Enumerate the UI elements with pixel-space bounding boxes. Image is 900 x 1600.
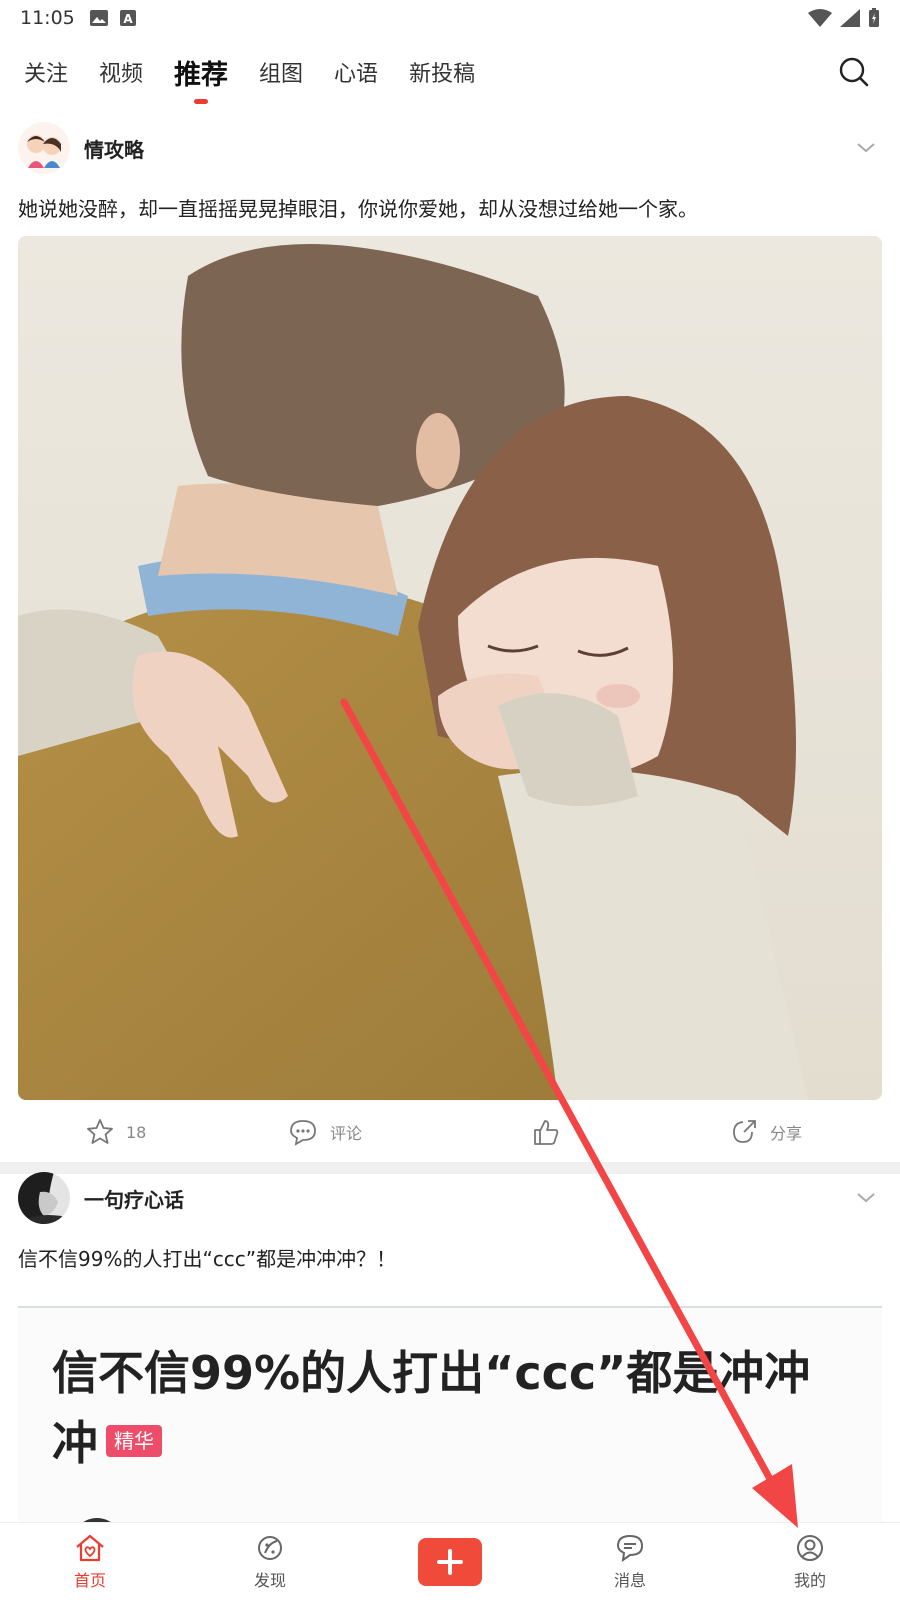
svg-text:A: A <box>123 12 133 26</box>
share-label: 分享 <box>770 1124 803 1143</box>
tab-follow[interactable]: 关注 <box>24 56 68 88</box>
chevron-down-icon[interactable] <box>854 136 878 160</box>
post-text[interactable]: 她说她没醉，却一直摇摇晃晃掉眼泪，你说你爱她，却从没想过给她一个家。 <box>0 192 900 226</box>
tab-album[interactable]: 组图 <box>259 56 303 88</box>
favorite-button[interactable]: 18 <box>86 1118 146 1146</box>
nav-profile-label: 我的 <box>793 1570 826 1590</box>
plus-icon <box>437 1548 463 1575</box>
message-icon <box>616 1534 644 1562</box>
post-header: 情攻略 <box>0 118 900 178</box>
post-image[interactable] <box>18 236 882 1100</box>
gallery-icon <box>89 10 108 26</box>
star-icon <box>87 1119 113 1144</box>
tab-heart-words[interactable]: 心语 <box>334 56 378 88</box>
avatar[interactable] <box>18 1172 70 1224</box>
nav-messages[interactable]: 消息 <box>540 1523 720 1600</box>
post-image[interactable]: 信不信99%的人打出“ccc”都是冲冲冲 精华 <box>18 1306 882 1526</box>
feed-post[interactable]: 一句疗心话 信不信99%的人打出“ccc”都是冲冲冲？！ <box>0 1168 900 1276</box>
nav-messages-label: 消息 <box>613 1570 646 1590</box>
tab-recommend[interactable]: 推荐 <box>174 53 228 92</box>
comment-button[interactable]: 评论 <box>288 1118 362 1146</box>
font-a-icon: A <box>119 10 136 26</box>
share-button[interactable]: 分享 <box>730 1118 802 1146</box>
status-time: 11:05 <box>20 7 75 29</box>
nav-add[interactable] <box>360 1523 540 1600</box>
nav-home-label: 首页 <box>73 1570 106 1590</box>
author-name[interactable]: 一句疗心话 <box>84 1184 184 1213</box>
tab-new-submissions[interactable]: 新投稿 <box>409 56 475 88</box>
nav-discover[interactable]: 发现 <box>180 1523 360 1600</box>
search-icon[interactable] <box>836 54 872 90</box>
banner-title: 信不信99%的人打出“ccc”都是冲冲冲 精华 <box>52 1338 842 1478</box>
avatar[interactable] <box>18 122 70 174</box>
share-icon <box>733 1120 756 1143</box>
comment-label: 评论 <box>330 1124 363 1143</box>
banner-title-text: 信不信99%的人打出“ccc”都是冲冲冲 <box>52 1346 811 1470</box>
home-icon <box>76 1534 104 1561</box>
nav-home[interactable]: 首页 <box>0 1523 180 1600</box>
status-bar: 11:05 A <box>0 0 900 36</box>
featured-badge: 精华 <box>106 1424 162 1457</box>
chevron-down-icon[interactable] <box>854 1186 878 1210</box>
profile-icon <box>797 1534 823 1561</box>
post-text[interactable]: 信不信99%的人打出“ccc”都是冲冲冲？！ <box>0 1242 900 1276</box>
nav-discover-label: 发现 <box>253 1570 286 1590</box>
bottom-nav: 首页 发现 消息 我的 <box>0 1522 900 1600</box>
wifi-icon <box>808 9 832 27</box>
post-header: 一句疗心话 <box>0 1168 900 1228</box>
tab-video[interactable]: 视频 <box>99 56 143 88</box>
nav-profile[interactable]: 我的 <box>720 1523 900 1600</box>
like-button[interactable] <box>532 1118 560 1146</box>
feed-post[interactable]: 情攻略 她说她没醉，却一直摇摇晃晃掉眼泪，你说你爱她，却从没想过给她一个家。 <box>0 118 900 226</box>
comment-icon <box>290 1120 316 1146</box>
discover-icon <box>258 1535 282 1560</box>
thumbs-up-icon <box>534 1120 559 1145</box>
battery-icon <box>869 8 879 27</box>
signal-icon <box>840 9 860 27</box>
author-name[interactable]: 情攻略 <box>84 134 144 163</box>
top-tab-bar: 关注 视频 推荐 组图 心语 新投稿 <box>0 40 900 104</box>
add-post-button[interactable] <box>418 1537 482 1586</box>
favorite-count: 18 <box>126 1122 147 1142</box>
post-action-bar: 18 评论 分享 <box>0 1112 900 1156</box>
